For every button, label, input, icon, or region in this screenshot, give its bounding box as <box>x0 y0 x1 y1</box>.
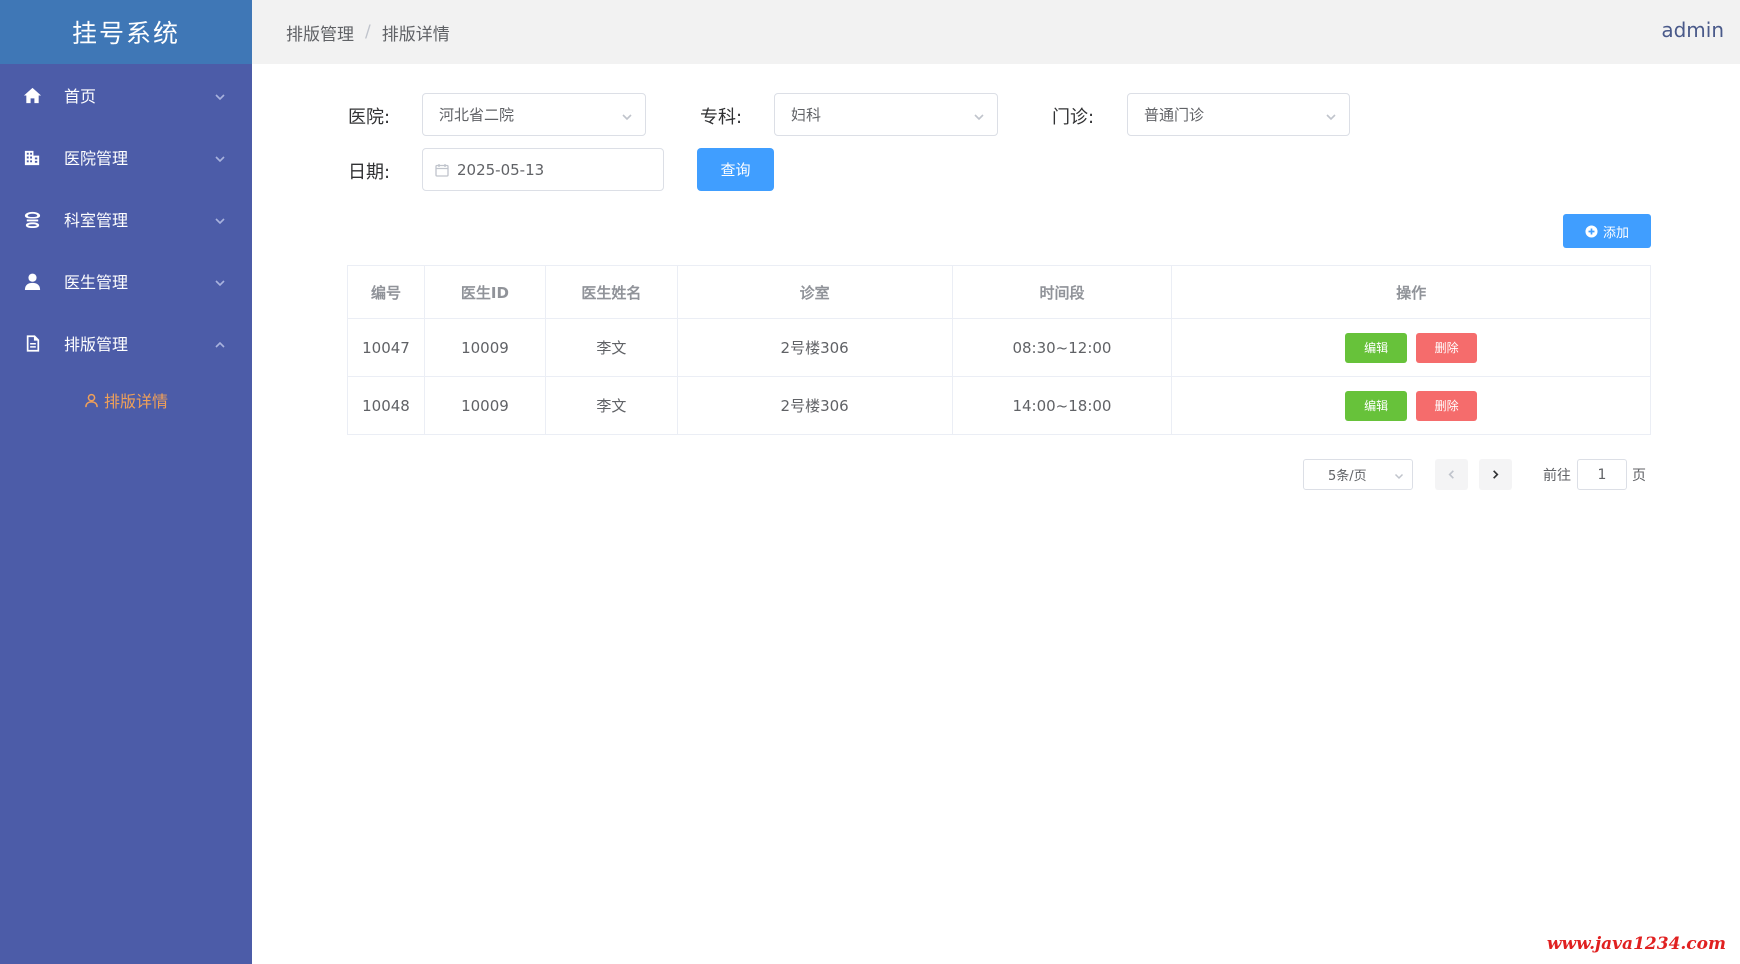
hospital-select-value: 河北省二院 <box>439 106 515 124</box>
user-icon <box>22 271 42 291</box>
header: 排版管理 / 排版详情 admin <box>252 0 1740 64</box>
cell-room: 2号楼306 <box>677 318 953 377</box>
user-outline-icon <box>85 393 98 407</box>
hospital-label: 医院: <box>348 107 391 128</box>
plus-circle-icon <box>1585 224 1598 238</box>
sidebar-subitem-schedule-detail[interactable]: 排版详情 <box>0 374 252 426</box>
delete-button[interactable]: 删除 <box>1416 390 1478 421</box>
breadcrumb-current: 排版详情 <box>381 24 450 45</box>
breadcrumb-separator: / <box>365 22 371 42</box>
hospital-select[interactable]: 河北省二院 <box>422 93 646 136</box>
cell-actions: 编辑 删除 <box>1171 376 1651 435</box>
chevron-down-icon <box>214 150 226 163</box>
page-size-value: 5条/页 <box>1328 469 1367 484</box>
sidebar-item-doctor[interactable]: 医生管理 <box>0 250 252 312</box>
watermark: www.java1234.com <box>1546 934 1726 954</box>
add-button-label: 添加 <box>1602 225 1629 241</box>
clinic-label: 门诊: <box>1052 107 1095 128</box>
column-header-time: 时间段 <box>952 265 1173 319</box>
chevron-down-icon <box>621 109 633 121</box>
department-icon <box>22 209 42 229</box>
query-button[interactable]: 查询 <box>697 148 774 191</box>
column-header-actions: 操作 <box>1171 265 1651 319</box>
document-icon <box>22 333 42 353</box>
sidebar-item-schedule[interactable]: 排版管理 <box>0 312 252 374</box>
date-picker-value: 2025-05-13 <box>457 160 545 179</box>
add-button[interactable]: 添加 <box>1563 214 1651 248</box>
cell-room: 2号楼306 <box>677 376 953 435</box>
chevron-down-icon <box>1325 109 1337 121</box>
edit-button[interactable]: 编辑 <box>1345 390 1408 421</box>
chevron-down-icon <box>214 88 226 101</box>
clinic-select-value: 普通门诊 <box>1144 106 1205 124</box>
specialty-label: 专科: <box>700 107 743 128</box>
sidebar-item-department[interactable]: 科室管理 <box>0 188 252 250</box>
chevron-down-icon <box>973 109 985 121</box>
cell-id: 10047 <box>347 318 425 377</box>
breadcrumb: 排版管理 / 排版详情 <box>286 20 450 45</box>
breadcrumb-parent[interactable]: 排版管理 <box>286 20 354 45</box>
calendar-icon <box>435 163 449 177</box>
goto-page-input[interactable]: 1 <box>1577 459 1627 490</box>
chevron-down-icon <box>1394 470 1404 480</box>
sidebar: 挂号系统 首页 医院管理 科室管理 医生管理 排版管理 排版详情 <box>0 0 252 964</box>
cell-time: 08:30~12:00 <box>952 318 1173 377</box>
chevron-down-icon <box>214 274 226 287</box>
column-header-doctor-name: 医生姓名 <box>545 265 678 319</box>
prev-page-button[interactable] <box>1435 459 1468 490</box>
sidebar-item-label: 医生管理 <box>64 273 129 292</box>
sidebar-item-hospital[interactable]: 医院管理 <box>0 126 252 188</box>
sidebar-item-label: 科室管理 <box>64 211 129 230</box>
cell-doctor-id: 10009 <box>424 376 546 435</box>
table-header-row: 编号 医生ID 医生姓名 诊室 时间段 操作 <box>347 265 1651 319</box>
sidebar-item-label: 医院管理 <box>64 149 129 168</box>
cell-id: 10048 <box>347 376 425 435</box>
sidebar-item-label: 排版管理 <box>64 335 129 354</box>
cell-doctor-id: 10009 <box>424 318 546 377</box>
date-label: 日期: <box>348 162 391 183</box>
column-header-id: 编号 <box>347 265 425 319</box>
page-unit-label: 页 <box>1632 468 1646 484</box>
user-name[interactable]: admin <box>1661 18 1724 42</box>
delete-button[interactable]: 删除 <box>1416 332 1478 363</box>
sidebar-item-home[interactable]: 首页 <box>0 64 252 126</box>
app-title: 挂号系统 <box>0 0 252 64</box>
cell-time: 14:00~18:00 <box>952 376 1173 435</box>
table-row: 10048 10009 李文 2号楼306 14:00~18:00 编辑 删除 <box>347 376 1651 435</box>
building-icon <box>22 147 42 167</box>
schedule-table: 编号 医生ID 医生姓名 诊室 时间段 操作 10047 10009 李文 2号… <box>347 265 1651 435</box>
date-picker[interactable]: 2025-05-13 <box>422 148 664 191</box>
sidebar-subitem-label: 排版详情 <box>104 392 169 411</box>
chevron-up-icon <box>214 336 226 348</box>
table-row: 10047 10009 李文 2号楼306 08:30~12:00 编辑 删除 <box>347 318 1651 377</box>
chevron-down-icon <box>214 212 226 225</box>
specialty-select[interactable]: 妇科 <box>774 93 998 136</box>
specialty-select-value: 妇科 <box>791 106 822 124</box>
column-header-room: 诊室 <box>677 265 953 319</box>
goto-label: 前往 <box>1543 468 1571 484</box>
cell-doctor-name: 李文 <box>545 318 678 377</box>
cell-actions: 编辑 删除 <box>1171 318 1651 377</box>
clinic-select[interactable]: 普通门诊 <box>1127 93 1350 136</box>
chevron-right-icon <box>1493 470 1499 479</box>
column-header-doctor-id: 医生ID <box>424 265 546 319</box>
home-icon <box>22 85 42 105</box>
cell-doctor-name: 李文 <box>545 376 678 435</box>
sidebar-item-label: 首页 <box>64 87 97 106</box>
next-page-button[interactable] <box>1479 459 1512 490</box>
chevron-left-icon <box>1448 470 1454 479</box>
edit-button[interactable]: 编辑 <box>1345 332 1408 363</box>
page-size-select[interactable]: 5条/页 <box>1303 459 1413 490</box>
